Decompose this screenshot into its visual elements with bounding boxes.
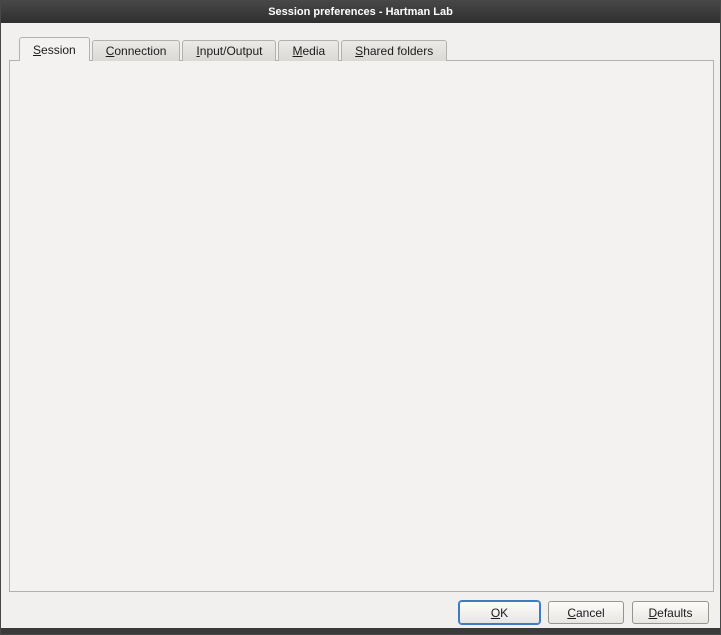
window-title: Session preferences - Hartman Lab bbox=[268, 6, 453, 18]
titlebar[interactable]: Session preferences - Hartman Lab bbox=[1, 1, 720, 23]
window-bottom-edge bbox=[1, 628, 720, 634]
ok-button[interactable]: OK bbox=[459, 601, 540, 624]
tab-input-output[interactable]: Input/Output bbox=[182, 40, 276, 61]
cancel-button[interactable]: Cancel bbox=[548, 601, 624, 624]
tab-connection[interactable]: Connection bbox=[92, 40, 181, 61]
session-tab-pane bbox=[9, 60, 714, 592]
tab-bar: Session Connection Input/Output Media Sh… bbox=[19, 37, 449, 61]
tab-shared-folders[interactable]: Shared folders bbox=[341, 40, 447, 61]
session-preferences-dialog: Session preferences - Hartman Lab Sessio… bbox=[0, 0, 721, 635]
tab-session[interactable]: Session bbox=[19, 37, 90, 61]
tab-media[interactable]: Media bbox=[278, 40, 339, 61]
defaults-button[interactable]: Defaults bbox=[632, 601, 709, 624]
